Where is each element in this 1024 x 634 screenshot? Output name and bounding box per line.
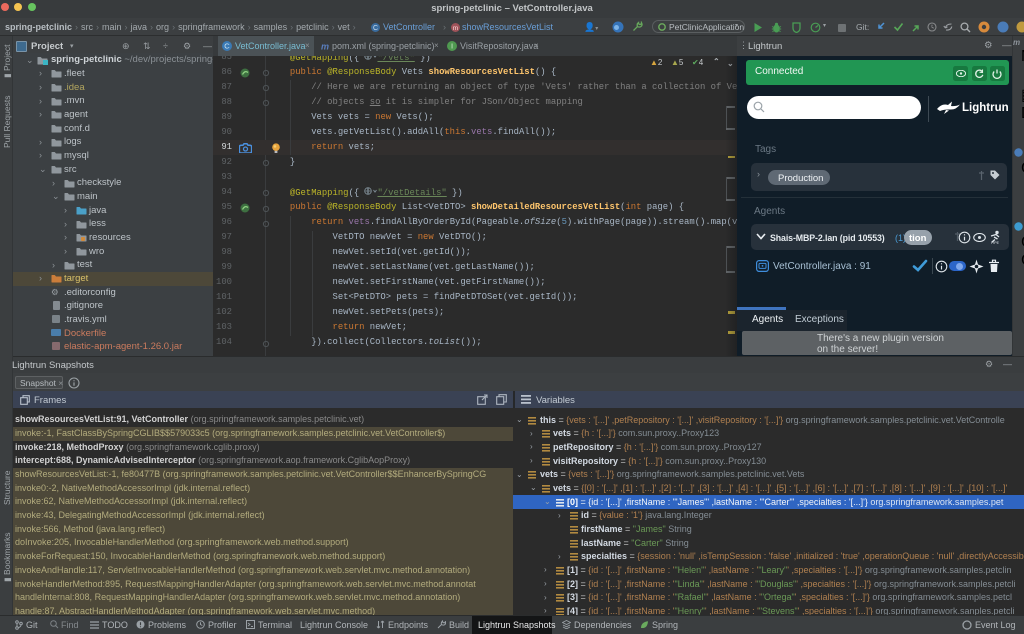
svg-text:m: m [321, 42, 329, 52]
svg-text:C: C [224, 42, 230, 51]
svg-text:m: m [453, 25, 458, 32]
svg-text:I: I [451, 42, 453, 51]
svg-text:C: C [373, 25, 378, 32]
svg-text:PIPE: PIPE [991, 240, 1000, 243]
